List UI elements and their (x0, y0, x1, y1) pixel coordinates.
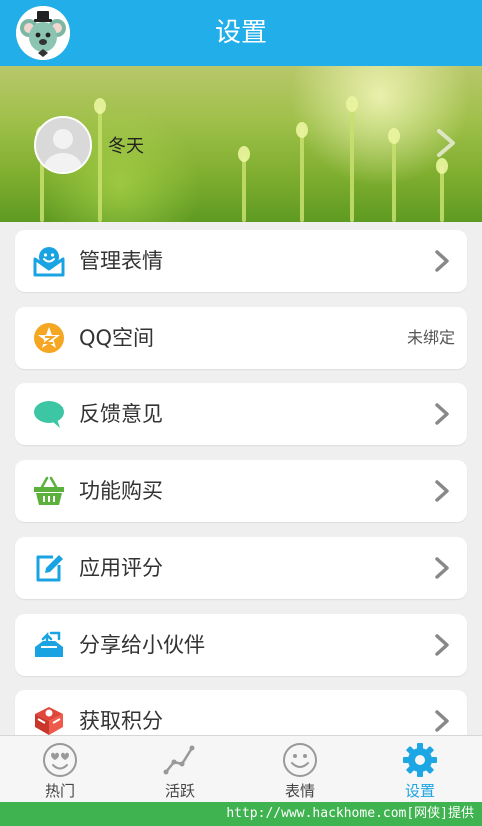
love-face-icon (43, 743, 77, 777)
chevron-right-icon (435, 250, 449, 272)
top-app-bar: 设置 (0, 0, 482, 66)
share-icon (35, 631, 63, 657)
menu-item-label: 分享给小伙伴 (79, 633, 205, 657)
bottom-tab-bar: 热门 活跃 表情 设置 (0, 735, 482, 802)
tab-settings[interactable]: 设置 (360, 736, 480, 802)
emoji-manage-icon (33, 247, 65, 277)
tab-label: 设置 (404, 782, 435, 800)
default-user-icon (36, 118, 90, 172)
smile-face-icon (283, 743, 317, 777)
chevron-right-icon (435, 710, 449, 732)
gift-box-icon (35, 707, 63, 735)
menu-item-qq-zone[interactable]: QQ空间 未绑定 (15, 307, 467, 369)
menu-item-label: QQ空间 (79, 326, 155, 350)
tab-active[interactable]: 活跃 (120, 736, 240, 802)
page-title: 设置 (214, 18, 267, 48)
profile-banner[interactable]: 冬天 (0, 66, 482, 222)
profile-name: 冬天 (108, 136, 144, 157)
watermark-text: http://www.hackhome.com[网侠]提供 (226, 806, 474, 821)
chevron-right-icon (435, 403, 449, 425)
menu-item-label: 应用评分 (79, 556, 163, 580)
edit-rate-icon (36, 555, 63, 582)
chevron-right-icon (435, 634, 449, 656)
trend-line-icon (163, 745, 195, 775)
menu-item-purchase[interactable]: 功能购买 (15, 460, 467, 522)
menu-item-manage-emoji[interactable]: 管理表情 (15, 230, 467, 292)
tab-hot[interactable]: 热门 (0, 736, 120, 802)
profile-avatar[interactable] (34, 116, 92, 174)
watermark-strip: http://www.hackhome.com[网侠]提供 (0, 802, 482, 826)
chevron-right-icon (437, 129, 455, 157)
tab-label: 表情 (284, 782, 315, 800)
menu-item-label: 功能购买 (79, 479, 163, 503)
gear-icon (403, 743, 437, 777)
tab-label: 热门 (44, 782, 75, 800)
chevron-right-icon (435, 557, 449, 579)
menu-item-share[interactable]: 分享给小伙伴 (15, 614, 467, 676)
binding-status: 未绑定 (406, 328, 455, 347)
tab-emoji[interactable]: 表情 (240, 736, 360, 802)
shopping-basket-icon (34, 476, 64, 505)
menu-item-rate-app[interactable]: 应用评分 (15, 537, 467, 599)
menu-item-feedback[interactable]: 反馈意见 (15, 383, 467, 445)
menu-item-label: 反馈意见 (79, 402, 163, 426)
tab-label: 活跃 (164, 782, 195, 800)
feedback-bubble-icon (34, 401, 64, 428)
chevron-right-icon (435, 480, 449, 502)
menu-item-label: 管理表情 (79, 249, 163, 273)
qq-zone-icon (34, 323, 64, 353)
